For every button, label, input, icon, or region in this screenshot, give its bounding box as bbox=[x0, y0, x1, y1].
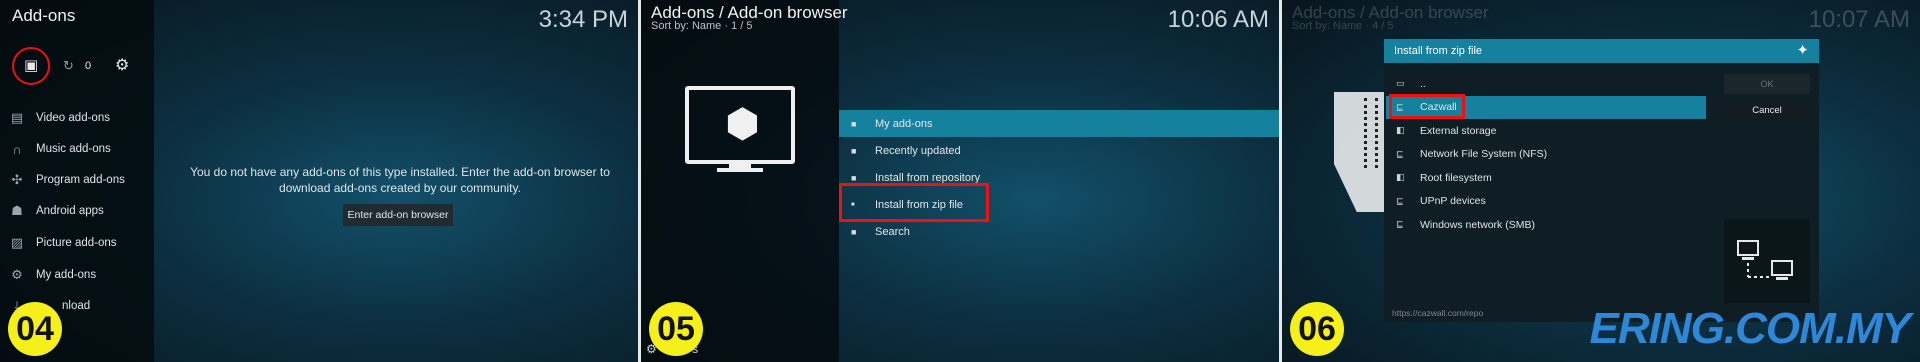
clock: 10:07 AM bbox=[1808, 6, 1910, 33]
clock: 3:34 PM bbox=[538, 6, 628, 33]
folder-icon: ■ bbox=[851, 226, 857, 237]
dialog-header: Install from zip file ✦ bbox=[1384, 39, 1819, 63]
panel-install-zip: Add-ons / Add-on browser Sort by: Name ·… bbox=[1282, 0, 1920, 362]
highlight-box bbox=[839, 183, 989, 222]
refresh-icon[interactable]: ↻ bbox=[63, 51, 74, 81]
cancel-button[interactable]: Cancel bbox=[1724, 101, 1810, 121]
addon-browser-icon[interactable]: ▣ bbox=[24, 51, 38, 81]
update-count: 0 bbox=[85, 60, 92, 72]
list-item-label: Search bbox=[875, 225, 910, 238]
list-item-label: External storage bbox=[1420, 124, 1497, 137]
list-item-external-storage[interactable]: ◧ External storage bbox=[1386, 119, 1706, 143]
box-icon: ⬢ bbox=[725, 102, 760, 146]
watermark: ERING.COM.MY bbox=[1589, 304, 1911, 353]
list-item-label: Recently updated bbox=[875, 144, 961, 157]
list-item-label: Windows network (SMB) bbox=[1420, 218, 1535, 231]
install-zip-dialog: Install from zip file ✦ ▭ .. ⊑ Cazwall ◧… bbox=[1384, 39, 1819, 322]
sidebar-item-picture[interactable]: ▨ Picture add-ons bbox=[0, 228, 154, 258]
ok-button[interactable]: OK bbox=[1724, 74, 1810, 94]
list-item-label: .. bbox=[1420, 77, 1426, 90]
gear-icon: ⚙ bbox=[11, 267, 23, 282]
network-icon: ⊑ bbox=[1396, 195, 1404, 206]
sidebar-item-program[interactable]: ✣ Program add-ons bbox=[0, 165, 154, 195]
enter-addon-browser-button[interactable]: Enter add-on browser bbox=[343, 204, 453, 226]
list-item-label: Root filesystem bbox=[1420, 171, 1492, 184]
list-item-label: My add-ons bbox=[875, 117, 933, 130]
list-item-upnp[interactable]: ⊑ UPnP devices bbox=[1386, 190, 1706, 214]
step-badge: 05 bbox=[649, 302, 703, 356]
film-icon: ▤ bbox=[10, 110, 24, 125]
drive-icon: ◧ bbox=[1396, 172, 1405, 183]
sidebar-item-label: Video add-ons bbox=[36, 112, 110, 124]
drive-icon: ◧ bbox=[1396, 125, 1405, 136]
sidebar-item-android[interactable]: ☗ Android apps bbox=[0, 196, 154, 226]
folder-icon: ■ bbox=[851, 118, 857, 129]
network-computers-icon bbox=[1737, 240, 1793, 280]
sidebar-item-video[interactable]: ▤ Video add-ons bbox=[0, 103, 154, 133]
highlight-box bbox=[1389, 94, 1465, 119]
list-item-root-filesystem[interactable]: ◧ Root filesystem bbox=[1386, 166, 1706, 190]
gear-icon[interactable]: ⚙ bbox=[115, 51, 129, 81]
network-icon: ⊑ bbox=[1396, 219, 1404, 230]
list-item-label: Install from repository bbox=[875, 171, 981, 184]
sidebar-item-label: Picture add-ons bbox=[36, 237, 117, 249]
list-item-label: UPnP devices bbox=[1420, 195, 1486, 208]
list-item-label: Network File System (NFS) bbox=[1420, 148, 1548, 161]
sidebar-item-music[interactable]: ∩ Music add-ons bbox=[0, 134, 154, 164]
panel-addon-browser: ⬢ Add-ons / Add-on browser Sort by: Name… bbox=[641, 0, 1279, 362]
step-badge: 04 bbox=[8, 302, 62, 356]
sidebar-item-my-addons[interactable]: ⚙ My add-ons bbox=[0, 260, 154, 290]
page-title: Add-ons bbox=[12, 6, 76, 25]
list-item-search[interactable]: ■ Search bbox=[839, 218, 1279, 245]
sidebar-item-label: nload bbox=[62, 300, 91, 312]
folder-icon: ■ bbox=[851, 145, 857, 156]
sidebar-item-label: My add-ons bbox=[36, 269, 97, 281]
puzzle-icon: ✣ bbox=[11, 172, 23, 187]
folder-icon: ■ bbox=[851, 172, 857, 183]
list-item-recently-updated[interactable]: ■ Recently updated bbox=[839, 137, 1279, 164]
kodi-logo-icon: ✦ bbox=[1796, 42, 1809, 59]
network-preview bbox=[1724, 219, 1810, 303]
panel-addons: Add-ons 3:34 PM ▣ ↻ 0 ⚙ ▤ Video add-ons … bbox=[0, 0, 638, 362]
sidebar-item-label: Android apps bbox=[36, 205, 104, 217]
step-badge: 06 bbox=[1290, 302, 1344, 356]
browser-list: ■ My add-ons ■ Recently updated ■ Instal… bbox=[839, 110, 1279, 245]
list-item-smb[interactable]: ⊑ Windows network (SMB) bbox=[1386, 213, 1706, 237]
picture-icon: ▨ bbox=[10, 235, 24, 250]
list-item-nfs[interactable]: ⊑ Network File System (NFS) bbox=[1386, 143, 1706, 167]
sidebar-item-label: Music add-ons bbox=[36, 143, 111, 155]
sidebar-item-label: Program add-ons bbox=[36, 174, 125, 186]
clock: 10:06 AM bbox=[1167, 6, 1269, 33]
tv-base bbox=[717, 168, 763, 172]
android-icon: ☗ bbox=[11, 203, 23, 218]
tv-icon: ⬢ bbox=[685, 86, 795, 164]
folder-icon: ▭ bbox=[1396, 78, 1405, 89]
network-icon: ⊑ bbox=[1396, 148, 1404, 159]
empty-message: You do not have any add-ons of this type… bbox=[190, 165, 610, 195]
headphones-icon: ∩ bbox=[12, 141, 22, 157]
sort-info: Sort by: Name · 4 / 5 bbox=[1292, 20, 1394, 32]
zipper-teeth bbox=[1364, 98, 1378, 168]
list-item-my-addons[interactable]: ■ My add-ons bbox=[839, 110, 1279, 137]
dialog-title: Install from zip file bbox=[1394, 45, 1483, 57]
current-path: https://cazwall.com/repo bbox=[1392, 308, 1484, 318]
sort-info: Sort by: Name · 1 / 5 bbox=[651, 20, 753, 32]
list-item-parent[interactable]: ▭ .. bbox=[1386, 72, 1706, 96]
